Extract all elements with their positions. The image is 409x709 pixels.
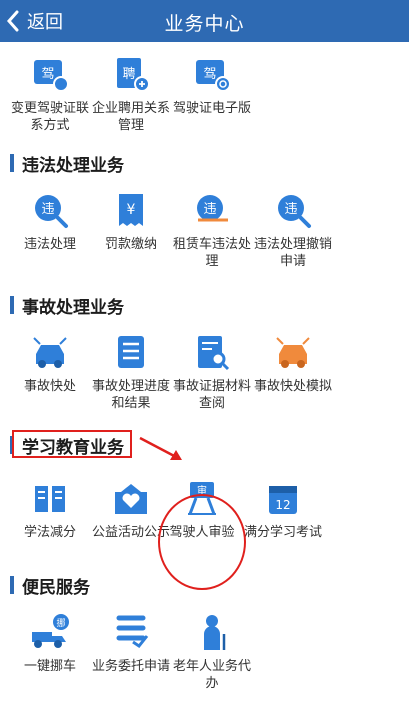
item-label: 企业聘用关系管理: [91, 101, 170, 133]
item-label: 事故证据材料查阅: [172, 379, 251, 411]
item-quick-accident[interactable]: 事故快处: [5, 332, 95, 395]
item-label: 罚款缴纳: [104, 237, 157, 252]
section-title: 违法处理业务: [10, 152, 124, 176]
svg-text:聘: 聘: [122, 67, 135, 82]
svg-text:违: 违: [41, 202, 54, 217]
charity-heart-icon: [115, 484, 147, 514]
svg-text:¥: ¥: [127, 202, 136, 218]
accident-sim-icon: [276, 337, 310, 368]
calendar-12-icon: 12: [269, 486, 297, 514]
svg-text:违: 违: [284, 202, 297, 217]
item-label: 学法减分: [23, 525, 76, 540]
item-study-points[interactable]: 学法减分: [5, 478, 95, 541]
fine-bill-icon: ¥: [119, 194, 143, 226]
svg-text:挪: 挪: [56, 617, 65, 629]
item-label: 老年人业务代办: [172, 659, 251, 691]
section-title: 事故处理业务: [10, 294, 124, 318]
book-icon: [35, 486, 65, 512]
item-elderly-agent[interactable]: 老年人业务代办: [167, 612, 257, 692]
svg-text:驾: 驾: [203, 67, 216, 82]
item-rental-violation[interactable]: 违 租赁车违法处理: [167, 190, 257, 270]
item-e-license[interactable]: 驾 驾驶证电子版: [167, 54, 257, 117]
item-violation-cancel[interactable]: 违 违法处理撤销申请: [248, 190, 338, 270]
section-title: 便民服务: [10, 574, 90, 598]
section-bar: [10, 154, 14, 172]
tow-truck-icon: 挪: [32, 614, 69, 648]
svg-text:12: 12: [275, 498, 290, 512]
item-evidence-lookup[interactable]: 事故证据材料查阅: [167, 332, 257, 412]
section-bar: [10, 576, 14, 594]
item-label: 业务委托申请: [91, 659, 170, 674]
item-full-score-study[interactable]: 12 满分学习考试: [238, 478, 328, 541]
item-label: 事故快处模拟: [253, 379, 332, 394]
item-label: 驾驶证电子版: [172, 101, 251, 116]
progress-list-icon: [118, 336, 144, 368]
section-label: 违法处理业务: [22, 155, 124, 176]
annotation-arrow-icon: [139, 436, 182, 460]
page-title: 业务中心: [164, 13, 245, 35]
elderly-person-icon: [204, 615, 226, 650]
e-license-icon: 驾: [196, 60, 231, 92]
item-fine-payment[interactable]: ¥ 罚款缴纳: [86, 190, 176, 253]
svg-text:违: 违: [203, 202, 216, 217]
violation-search-icon: 违: [35, 195, 68, 228]
item-label: 违法处理: [23, 237, 76, 252]
employment-doc-icon: 聘: [117, 58, 150, 92]
annotation-highlight-box: [12, 430, 132, 458]
item-label: 事故处理进度和结果: [91, 379, 170, 411]
item-label: 租赁车违法处理: [172, 237, 251, 269]
item-label: 违法处理撤销申请: [253, 237, 332, 269]
car-accident-icon: [33, 337, 67, 368]
item-label: 一键挪车: [23, 659, 76, 674]
delegate-list-icon: [116, 615, 149, 649]
item-label: 事故快处: [23, 379, 76, 394]
item-move-car[interactable]: 挪 一键挪车: [5, 612, 95, 675]
annotation-circle: [158, 494, 246, 590]
navigation-bar: 返回 业务中心: [0, 0, 409, 42]
evidence-search-icon: [198, 336, 230, 371]
item-accident-progress[interactable]: 事故处理进度和结果: [86, 332, 176, 412]
item-violation-handling[interactable]: 违 违法处理: [5, 190, 95, 253]
business-center-content: 驾 变更驾驶证联系方式 聘 企业聘用关系管理 驾 驾驶证电子版 违法处理业务 违…: [0, 42, 409, 709]
item-change-contact[interactable]: 驾 变更驾驶证联系方式: [5, 54, 95, 134]
license-phone-icon: 驾: [34, 60, 69, 92]
svg-text:驾: 驾: [41, 67, 54, 82]
item-label: 变更驾驶证联系方式: [10, 101, 89, 133]
item-employment[interactable]: 聘 企业聘用关系管理: [86, 54, 176, 134]
item-accident-sim[interactable]: 事故快处模拟: [248, 332, 338, 395]
violation-cancel-icon: 违: [278, 195, 311, 228]
rental-violation-icon: 违: [197, 195, 228, 222]
section-bar: [10, 296, 14, 314]
item-delegate[interactable]: 业务委托申请: [86, 612, 176, 675]
item-label: 满分学习考试: [243, 525, 322, 540]
section-label: 事故处理业务: [22, 297, 124, 318]
section-label: 便民服务: [22, 577, 90, 598]
